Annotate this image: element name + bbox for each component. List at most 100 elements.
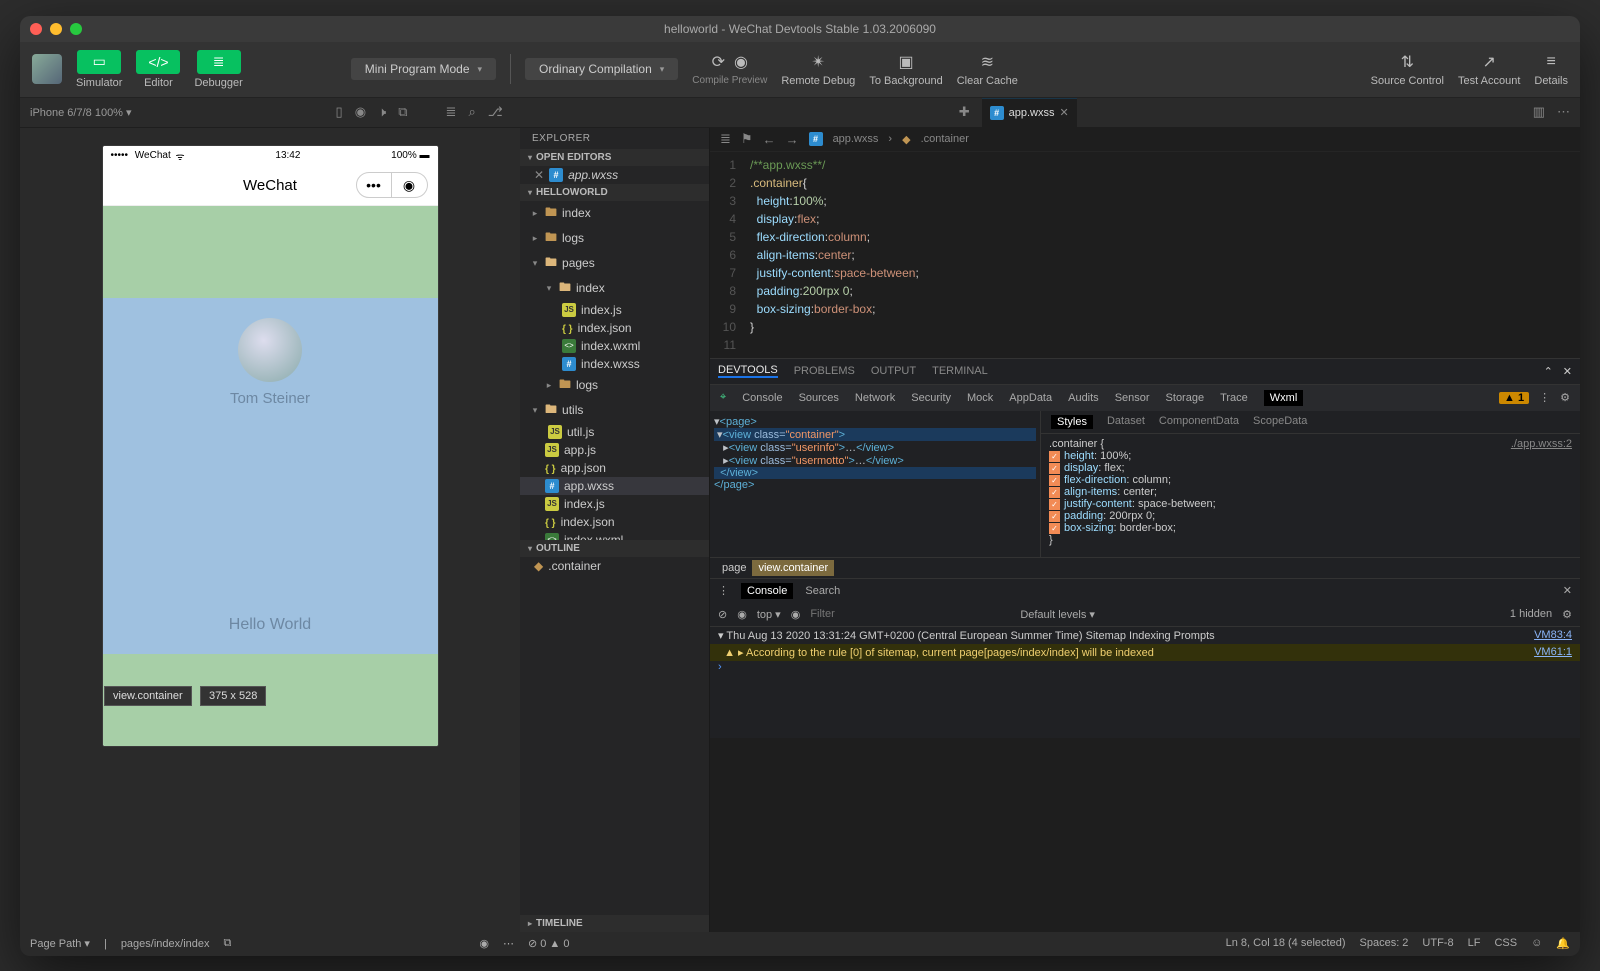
capsule-close-button[interactable]: ◉ [392,172,428,198]
subtab-audits[interactable]: Audits [1068,392,1099,404]
window-maximize-button[interactable] [70,23,82,35]
subtab-sources[interactable]: Sources [799,392,839,404]
list-icon[interactable]: ≣ [720,131,731,147]
code-editor[interactable]: 1/**app.wxss**/ 2.container { 3 height: … [710,152,1580,358]
compilation-dropdown[interactable]: Ordinary Compilation [525,58,678,80]
subtab-appdata[interactable]: AppData [1009,392,1052,404]
wxml-tree[interactable]: ▾<page> ▾<view class="container"> ▸<view… [710,411,1040,557]
tab-devtools[interactable]: DEVTOOLS [718,364,778,378]
capsule-menu-button[interactable]: ••• [356,172,392,198]
subtab-console[interactable]: Console [742,392,782,404]
file-app-wxss[interactable]: app.wxss [520,477,709,495]
gear-icon[interactable]: ⚙ [1562,608,1572,621]
device-dropdown[interactable]: iPhone 6/7/8 100% ▾ [30,106,132,119]
language-status[interactable]: CSS [1494,937,1517,950]
subtab-storage[interactable]: Storage [1166,392,1205,404]
file-root-index-wxml[interactable]: index.wxml [520,531,709,541]
page-path-value[interactable]: pages/index/index [121,938,210,950]
git-icon[interactable]: ⎇ [488,104,503,120]
user-avatar-image[interactable] [238,318,302,382]
file-root-index-js[interactable]: index.js [520,495,709,513]
file-root-index-json[interactable]: index.json [520,513,709,531]
tab-problems[interactable]: PROBLEMS [794,365,855,377]
subtab-security[interactable]: Security [911,392,951,404]
timeline-section[interactable]: TIMELINE [520,915,709,932]
more-icon[interactable]: ⋯ [503,937,514,950]
outline-item[interactable]: ◆.container [520,557,709,575]
bookmark-icon[interactable]: ⚑ [741,131,753,147]
console-filter-input[interactable] [810,608,1010,620]
search-icon[interactable]: ⌕ [468,104,475,120]
window-minimize-button[interactable] [50,23,62,35]
clear-cache-button[interactable]: ≋Clear Cache [957,52,1018,87]
console-output[interactable]: ▾ Thu Aug 13 2020 13:31:24 GMT+0200 (Cen… [710,627,1580,738]
file-util-js[interactable]: util.js [520,423,709,441]
editor-toggle[interactable]: </>Editor [136,50,180,89]
file-index-wxml[interactable]: index.wxml [520,337,709,355]
tab-terminal[interactable]: TERMINAL [932,365,988,377]
close-drawer-icon[interactable]: ✕ [1563,584,1572,597]
breadcrumb-file[interactable]: app.wxss [833,133,879,145]
close-tab-icon[interactable]: ✕ [1059,106,1068,119]
problems-status[interactable]: ⊘ 0 ▲ 0 [528,937,570,950]
window-close-button[interactable] [30,23,42,35]
back-icon[interactable]: ← [763,132,776,147]
user-avatar[interactable] [32,54,62,84]
console-source-link[interactable]: VM83:4 [1534,629,1572,642]
bc-page[interactable]: page [716,560,752,576]
phone-preview[interactable]: ••••• WeChat ᯤ 13:42 100% ▬ WeChat ••• ◉ [103,146,438,746]
forward-icon[interactable]: → [786,132,799,147]
subtab-sensor[interactable]: Sensor [1115,392,1150,404]
file-app-json[interactable]: app.json [520,459,709,477]
folder-pages-index[interactable]: ▾🖿index [520,276,709,301]
bell-icon[interactable]: 🔔 [1556,937,1570,950]
folder-index[interactable]: ▸🖿index [520,201,709,226]
file-index-wxss[interactable]: index.wxss [520,355,709,373]
background-button[interactable]: ▣To Background [869,52,942,87]
close-panel-icon[interactable]: ✕ [1563,365,1572,378]
file-index-json[interactable]: index.json [520,319,709,337]
css-rules[interactable]: ./app.wxss:2 .container { height: 100%; … [1041,434,1580,550]
subtab-wxml[interactable]: Wxml [1264,390,1304,406]
remote-debug-button[interactable]: ✴Remote Debug [781,52,855,87]
more-icon[interactable]: ⋮ [718,584,729,597]
subtab-mock[interactable]: Mock [967,392,993,404]
eol-status[interactable]: LF [1468,937,1481,950]
file-app-js[interactable]: app.js [520,441,709,459]
simulator-toggle[interactable]: ▭Simulator [76,50,122,89]
dataset-tab[interactable]: Dataset [1107,415,1145,429]
outline-section[interactable]: OUTLINE [520,540,709,557]
bc-view-container[interactable]: view.container [752,560,834,576]
folder-pages[interactable]: ▾🖿pages [520,251,709,276]
copy-icon[interactable]: ⧉ [224,937,232,950]
levels-dropdown[interactable]: Default levels ▾ [1020,608,1095,621]
folder-logs[interactable]: ▸🖿logs [520,226,709,251]
more-icon[interactable]: ⋮ [1539,391,1550,404]
cursor-position[interactable]: Ln 8, Col 18 (4 selected) [1226,937,1346,950]
console-prompt[interactable]: › [710,661,1580,673]
feedback-icon[interactable]: ☺ [1531,937,1542,950]
breadcrumb-symbol[interactable]: .container [921,133,969,145]
details-button[interactable]: ≡Details [1534,52,1568,87]
compile-button[interactable]: ⟳ ◉Compile Preview [692,52,767,86]
debugger-toggle[interactable]: ≣Debugger [194,50,242,89]
context-eye-icon[interactable]: ◉ [737,608,747,621]
open-editors-section[interactable]: OPEN EDITORS [520,149,709,166]
mode-dropdown[interactable]: Mini Program Mode [351,58,496,80]
css-source-link[interactable]: ./app.wxss:2 [1511,438,1572,450]
search-tab[interactable]: Search [805,585,840,597]
explorer-icon[interactable]: ≣ [446,104,457,120]
console-tab[interactable]: Console [741,583,793,599]
new-file-icon[interactable]: ✚ [959,104,970,120]
more-icon[interactable]: ⋯ [1557,104,1570,120]
inspect-icon[interactable]: ⌖ [720,391,726,404]
eye-icon[interactable]: ◉ [479,937,489,950]
open-editor-item[interactable]: ✕app.wxss [520,166,709,184]
mute-icon[interactable]: 🕨 [378,104,386,120]
folder-utils[interactable]: ▾🖿utils [520,398,709,423]
split-icon[interactable]: ▥ [1533,104,1545,120]
folder-pages-logs[interactable]: ▸🖿logs [520,373,709,398]
subtab-trace[interactable]: Trace [1220,392,1248,404]
subtab-network[interactable]: Network [855,392,895,404]
page-path-label[interactable]: Page Path ▾ [30,937,90,950]
